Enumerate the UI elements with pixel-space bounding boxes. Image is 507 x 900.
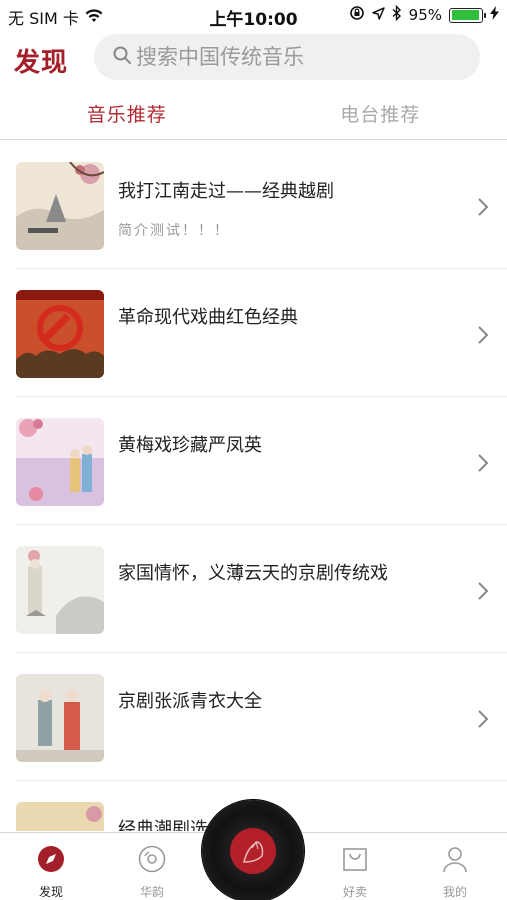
search-box[interactable] — [94, 34, 480, 80]
status-bar: 无 SIM 卡 上午10:00 95% — [0, 0, 507, 30]
playlist-list: 我打江南走过——经典越剧 简介测试！！！ 革命现代戏曲红色经典 黄梅戏珍藏严凤英… — [0, 141, 507, 831]
playlist-cover — [16, 162, 104, 250]
header: 发现 — [0, 32, 507, 84]
playlist-title: 经典潮剧选 — [118, 819, 208, 831]
nav-discover[interactable]: 发现 — [16, 833, 86, 900]
playlist-title: 我打江南走过——经典越剧 — [118, 181, 334, 202]
list-item[interactable]: 革命现代戏曲红色经典 — [16, 269, 507, 397]
playlist-cover — [16, 290, 104, 378]
playlist-cover — [16, 802, 104, 831]
tab-bar: 音乐推荐 电台推荐 — [0, 86, 507, 140]
playlist-title: 黄梅戏珍藏严凤英 — [118, 435, 262, 456]
battery-percent: 95% — [408, 6, 442, 24]
playlist-cover — [16, 674, 104, 762]
chevron-right-icon — [477, 197, 489, 221]
playlist-title: 家国情怀，义薄云天的京剧传统戏 — [118, 563, 388, 584]
nav-label: 华韵 — [139, 885, 164, 899]
carrier-label: 无 SIM 卡 — [8, 9, 79, 28]
chevron-right-icon — [477, 581, 489, 605]
playlist-cover — [16, 418, 104, 506]
nav-label: 好卖 — [342, 885, 367, 899]
user-icon — [441, 845, 469, 873]
rotation-lock-icon — [349, 5, 365, 25]
chevron-right-icon — [477, 709, 489, 733]
charging-bolt-icon — [490, 6, 499, 24]
record-cover — [230, 828, 276, 874]
status-left: 无 SIM 卡 — [8, 5, 103, 29]
playlist-title: 京剧张派青衣大全 — [118, 691, 262, 712]
tab-radio-recommend[interactable]: 电台推荐 — [254, 86, 507, 139]
playlist-cover — [16, 546, 104, 634]
playlist-subtitle: 简介测试！！！ — [118, 223, 230, 239]
shopping-bag-icon — [341, 845, 369, 873]
location-arrow-icon — [371, 6, 385, 24]
page-title: 发现 — [14, 48, 69, 78]
nav-haomai[interactable]: 好卖 — [320, 833, 390, 900]
list-item[interactable]: 黄梅戏珍藏严凤英 — [16, 397, 507, 525]
search-input[interactable] — [136, 45, 456, 69]
chevron-right-icon — [477, 325, 489, 349]
bluetooth-icon — [392, 4, 402, 25]
nav-label: 我的 — [442, 885, 467, 899]
list-item[interactable]: 我打江南走过——经典越剧 简介测试！！！ — [16, 141, 507, 269]
list-item[interactable]: 家国情怀，义薄云天的京剧传统戏 — [16, 525, 507, 653]
compass-icon — [37, 845, 65, 873]
nav-mine[interactable]: 我的 — [420, 833, 490, 900]
tab-music-recommend[interactable]: 音乐推荐 — [0, 86, 254, 139]
disc-icon — [138, 845, 166, 873]
status-right: 95% — [349, 4, 499, 25]
chevron-right-icon — [477, 453, 489, 477]
player-record-button[interactable] — [202, 800, 304, 900]
battery-icon — [449, 7, 486, 23]
list-item[interactable]: 京剧张派青衣大全 — [16, 653, 507, 781]
search-icon — [112, 45, 132, 69]
nav-label: 发现 — [38, 885, 63, 899]
wifi-icon — [85, 8, 103, 27]
battery-level — [451, 10, 480, 20]
playlist-title: 革命现代戏曲红色经典 — [118, 307, 298, 328]
nav-huayun[interactable]: 华韵 — [117, 833, 187, 900]
